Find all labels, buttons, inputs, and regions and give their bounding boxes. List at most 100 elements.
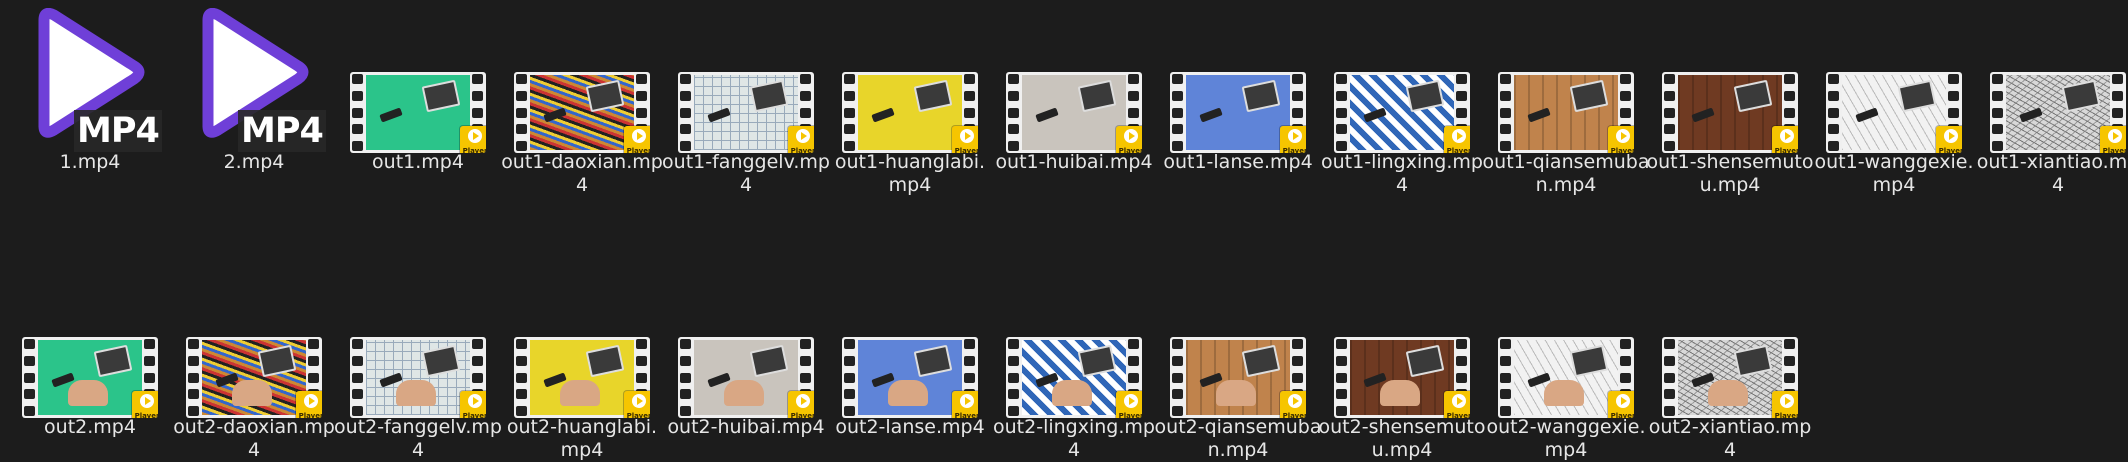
file-item[interactable]: Player out2-lingxing.mp4 (992, 265, 1156, 461)
film-sprocket-hole (636, 372, 647, 383)
play-icon (796, 129, 810, 143)
film-sprocket-hole (844, 141, 855, 151)
film-sprocket-hole (516, 372, 527, 383)
scene-device (749, 344, 789, 378)
player-app-badge-icon: Player (788, 391, 814, 418)
file-item[interactable]: Player out1-daoxian.mp4 (500, 0, 664, 196)
video-frame-preview (1842, 75, 1946, 150)
file-thumbnail: MP4 (8, 0, 172, 156)
film-sprocket-hole (800, 339, 811, 349)
film-sprocket-hole (352, 90, 363, 101)
film-sprocket-hole (1336, 74, 1347, 84)
file-item[interactable]: Player out2.mp4 (8, 265, 172, 455)
film-sprocket-hole (2112, 90, 2123, 101)
player-app-badge-icon: Player (460, 126, 486, 153)
scene-device (1897, 79, 1937, 113)
file-name-label: 1.mp4 (59, 151, 121, 173)
film-sprocket-hole (516, 339, 527, 349)
file-thumbnail: Player (336, 265, 500, 421)
video-frame-preview (1186, 340, 1290, 415)
film-sprocket-hole (964, 339, 975, 349)
video-frame-preview (694, 75, 798, 150)
film-sprocket-hole (24, 372, 35, 383)
film-sprocket-hole (516, 90, 527, 101)
file-item[interactable]: Player out1-fanggelv.mp4 (662, 0, 830, 196)
film-sprocket-hole (1664, 74, 1675, 84)
film-sprocket-hole (800, 355, 811, 366)
film-sprocket-hole (188, 372, 199, 383)
film-sprocket-hole (964, 90, 975, 101)
film-sprocket-hole (1172, 124, 1183, 135)
file-item[interactable]: Player out2-daoxian.mp4 (172, 265, 336, 461)
film-sprocket-hole (636, 355, 647, 366)
scene-device (1569, 344, 1609, 378)
film-sprocket-hole (636, 90, 647, 101)
film-sprocket-hole (1128, 74, 1139, 84)
film-strip-icon: Player (678, 72, 814, 153)
film-sprocket-hole (1456, 74, 1467, 84)
player-app-badge-icon: Player (1280, 126, 1306, 153)
player-app-badge-icon: Player (952, 126, 978, 153)
file-item[interactable]: Player out1-xiantiao.mp4 (1976, 0, 2128, 196)
film-sprocket-hole (1292, 372, 1303, 383)
file-item[interactable]: MP4 2.mp4 (172, 0, 336, 190)
file-name-label: out1-daoxian.mp4 (501, 151, 663, 196)
film-strip-icon: Player (678, 337, 814, 418)
file-item[interactable]: MP4 1.mp4 (8, 0, 172, 190)
film-sprocket-hole (1664, 107, 1675, 118)
file-item[interactable]: Player out2-shensemutou.mp4 (1319, 265, 1485, 461)
file-name-label: out1-wanggexie.mp4 (1814, 151, 1974, 196)
film-sprocket-hole (24, 406, 35, 416)
scene-device (1241, 344, 1281, 378)
scene-device (421, 79, 461, 113)
video-frame-preview (366, 75, 470, 150)
player-app-badge-icon: Player (296, 391, 322, 418)
file-item[interactable]: Player out1-wanggexie.mp4 (1812, 0, 1976, 196)
film-sprocket-hole (1828, 90, 1839, 101)
file-thumbnail: Player (664, 0, 828, 156)
play-icon (960, 129, 974, 143)
film-sprocket-hole (352, 355, 363, 366)
film-sprocket-hole (516, 389, 527, 400)
file-item[interactable]: Player out2-wanggexie.mp4 (1484, 265, 1648, 461)
file-item[interactable]: Player out1-lingxing.mp4 (1320, 0, 1484, 196)
film-strip-icon: Player (350, 337, 486, 418)
file-item[interactable]: Player out2-lanse.mp4 (828, 265, 992, 455)
film-sprocket-hole (1784, 355, 1795, 366)
scene-device (2061, 79, 2101, 113)
file-item[interactable]: Player out1-lanse.mp4 (1156, 0, 1320, 190)
film-sprocket-hole (680, 90, 691, 101)
film-sprocket-holes (1336, 74, 1348, 151)
film-sprocket-hole (144, 372, 155, 383)
scene-device (1405, 344, 1445, 378)
film-sprocket-holes (844, 74, 856, 151)
film-sprocket-hole (1008, 90, 1019, 101)
film-sprocket-holes (1664, 339, 1676, 416)
film-sprocket-hole (1664, 124, 1675, 135)
film-sprocket-hole (352, 124, 363, 135)
file-item[interactable]: Player out1-huanglabi.mp4 (828, 0, 992, 196)
film-sprocket-holes (1336, 339, 1348, 416)
player-app-badge-icon: Player (1608, 391, 1634, 418)
scene-device (93, 344, 133, 378)
mp4-label: MP4 (238, 110, 326, 152)
film-sprocket-hole (516, 141, 527, 151)
scene-object (707, 107, 731, 123)
film-sprocket-holes (1172, 339, 1184, 416)
file-item[interactable]: Player out1.mp4 (336, 0, 500, 190)
film-strip-icon: Player (1006, 72, 1142, 153)
player-app-badge-icon: Player (1772, 391, 1798, 418)
file-item[interactable]: Player out2-huanglabi.mp4 (500, 265, 664, 461)
file-item[interactable]: Player out2-xiantiao.mp4 (1648, 265, 1812, 461)
file-item[interactable]: Player out1-qiansemuban.mp4 (1483, 0, 1649, 196)
file-item[interactable]: Player out2-fanggelv.mp4 (334, 265, 502, 461)
file-item[interactable]: Player out1-huibai.mp4 (992, 0, 1156, 190)
film-sprocket-hole (680, 141, 691, 151)
file-name-label: out1-qiansemuban.mp4 (1482, 151, 1650, 196)
file-item[interactable]: Player out1-shensemutou.mp4 (1647, 0, 1813, 196)
film-sprocket-hole (1664, 339, 1675, 349)
file-item[interactable]: Player out2-huibai.mp4 (664, 265, 828, 455)
file-item[interactable]: Player out2-qiansemuban.mp4 (1155, 265, 1321, 461)
film-sprocket-hole (1008, 141, 1019, 151)
scene-object (1527, 107, 1551, 123)
